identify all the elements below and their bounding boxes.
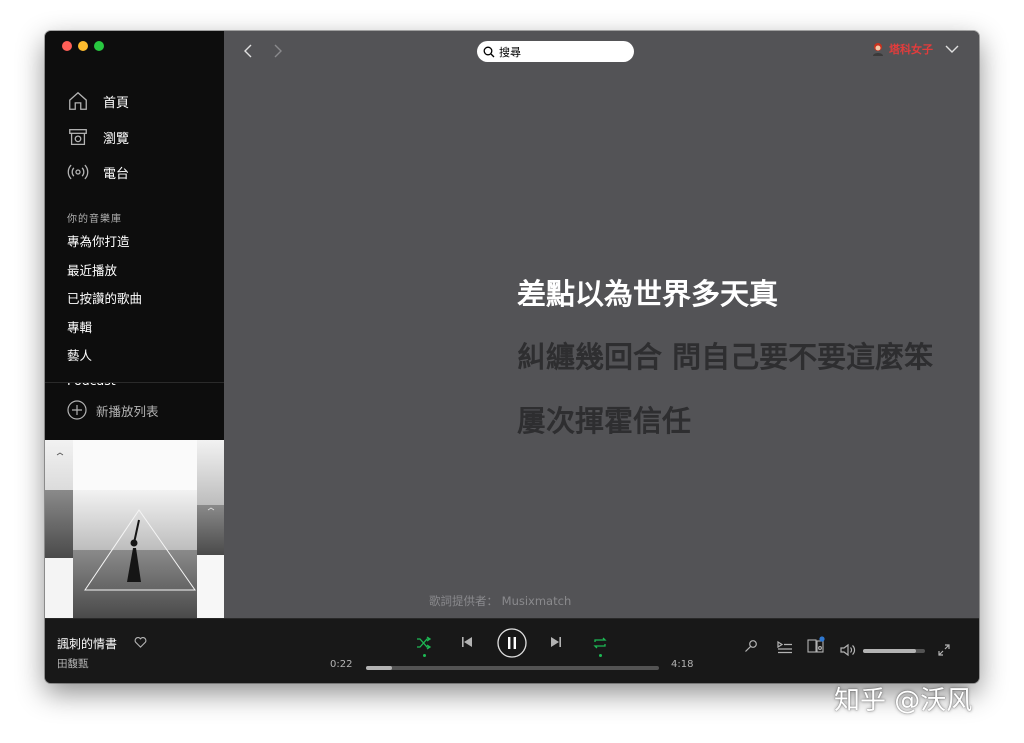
radio-icon — [67, 164, 89, 180]
sidebar: 首頁 瀏覽 電台 你的音樂庫 專為你打造 最近播放 已按讚的歌曲 專輯 藝人 新… — [45, 31, 224, 618]
sidebar-item-browse[interactable]: 瀏覽 — [67, 126, 129, 148]
sidebar-item-label: 電台 — [103, 166, 130, 182]
connect-device-icon[interactable] — [807, 636, 825, 654]
sidebar-item-label: 首頁 — [103, 95, 130, 111]
home-icon — [69, 91, 87, 110]
microphone-icon[interactable] — [744, 639, 758, 653]
lyric-line: 屢次揮霍信任 — [517, 404, 692, 438]
volume-slider[interactable] — [863, 649, 925, 653]
sidebar-item-label: 瀏覽 — [103, 131, 130, 147]
track-title[interactable]: 諷刺的情書 — [57, 635, 117, 652]
next-track-icon[interactable] — [550, 636, 562, 648]
sidebar-item-radio[interactable]: 電台 — [67, 161, 129, 183]
minimize-window-button[interactable] — [78, 41, 88, 51]
lyric-line: 糾纏幾回合 問自己要不要這麼笨 — [517, 340, 934, 374]
total-time: 4:18 — [671, 659, 694, 670]
search-input[interactable]: 搜尋 — [499, 44, 521, 60]
browse-icon — [69, 129, 87, 145]
elapsed-time: 0:22 — [330, 659, 353, 670]
shuffle-icon[interactable] — [416, 635, 432, 651]
library-heading: 你的音樂庫 — [67, 214, 122, 225]
library-item-artists[interactable]: 藝人 — [67, 345, 92, 364]
new-playlist-button[interactable]: 新播放列表 — [67, 400, 159, 420]
heart-icon[interactable] — [134, 636, 147, 649]
volume-icon[interactable] — [840, 643, 856, 657]
forward-arrow-icon[interactable] — [269, 42, 285, 60]
track-artist[interactable]: 田馥甄 — [57, 656, 89, 671]
album-cover[interactable] — [45, 440, 224, 618]
lyrics-credit: 歌詞提供者： Musixmatch — [429, 594, 572, 608]
sidebar-item-home[interactable]: 首頁 — [67, 90, 129, 112]
user-name: 塔科女子 — [889, 43, 933, 56]
volume-fill — [863, 649, 916, 653]
library-item-liked-songs[interactable]: 已按讚的歌曲 — [67, 288, 142, 307]
zoom-window-button[interactable] — [94, 41, 104, 51]
search-bar[interactable]: 搜尋 — [477, 41, 634, 62]
fullscreen-icon[interactable] — [938, 644, 950, 656]
search-icon — [483, 46, 495, 57]
queue-icon[interactable] — [777, 640, 793, 654]
watermark: 知乎 @沃风 — [834, 686, 973, 716]
close-window-button[interactable] — [62, 41, 72, 51]
new-playlist-label: 新播放列表 — [96, 403, 159, 419]
user-menu[interactable]: 塔科女子 — [871, 41, 959, 57]
repeat-active-dot — [599, 654, 602, 657]
library-item-made-for-you[interactable]: 專為你打造 — [67, 231, 130, 250]
lyrics-view: 搜尋 塔科女子 差點以為世界多天真 糾纏幾回合 問自己要不要這麼笨 屢次揮霍信任… — [224, 31, 979, 618]
library-item-recently-played[interactable]: 最近播放 — [67, 260, 117, 279]
progress-fill — [366, 666, 392, 670]
plus-circle-icon — [67, 400, 87, 420]
shuffle-active-dot — [423, 654, 426, 657]
library-item-albums[interactable]: 專輯 — [67, 317, 92, 336]
back-arrow-icon[interactable] — [241, 42, 257, 60]
repeat-icon[interactable] — [592, 635, 608, 651]
pause-button[interactable] — [497, 628, 527, 658]
album-cover-image — [45, 440, 224, 618]
player-bar: 諷刺的情書 田馥甄 0:22 4:18 — [45, 618, 979, 683]
previous-track-icon[interactable] — [461, 636, 473, 648]
user-avatar-icon — [873, 43, 883, 56]
chevron-down-icon[interactable] — [945, 44, 959, 54]
app-window: 首頁 瀏覽 電台 你的音樂庫 專為你打造 最近播放 已按讚的歌曲 專輯 藝人 新… — [45, 31, 979, 683]
list-clip — [45, 366, 224, 382]
progress-bar[interactable] — [366, 666, 659, 670]
window-controls — [62, 41, 104, 51]
lyric-line-active: 差點以為世界多天真 — [517, 277, 779, 311]
divider — [45, 382, 224, 383]
